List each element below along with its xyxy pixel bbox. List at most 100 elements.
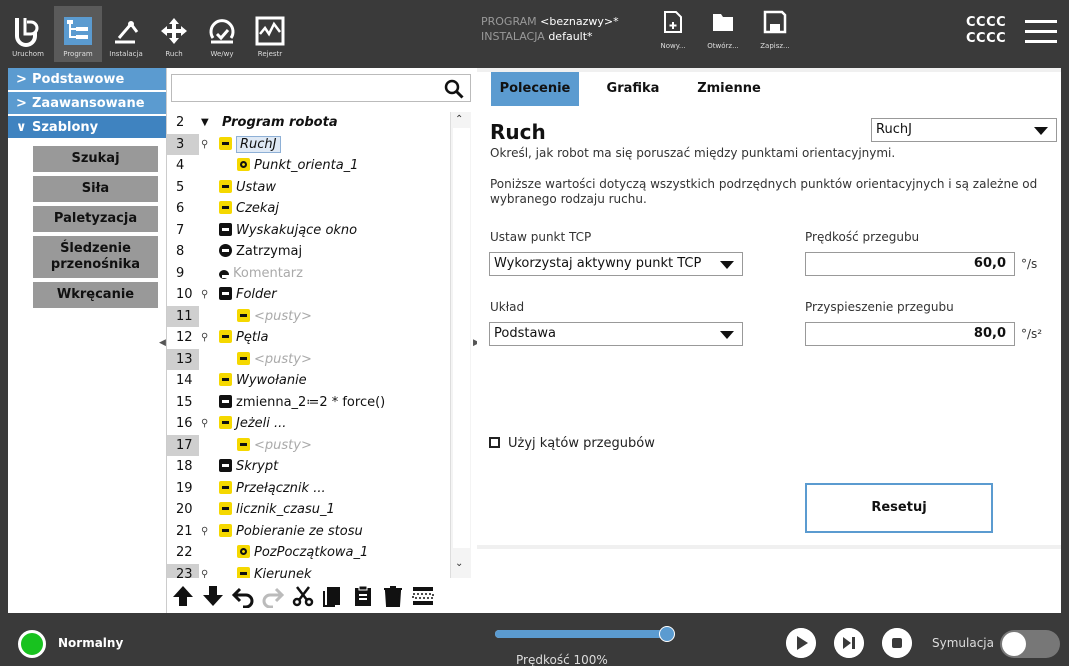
expand-icon[interactable]: ⚲ [201,521,208,542]
installation-name: default* [548,30,593,43]
category-advanced[interactable]: > Zaawansowane [8,92,166,116]
run-tab-button[interactable]: Uruchom [4,6,52,62]
suppress-icon[interactable] [411,584,435,608]
tree-row[interactable]: 23 ⚲ Kierunek [167,563,450,579]
tree-row[interactable]: 12 ⚲ Pętla [167,327,450,349]
category-basic[interactable]: > Podstawowe [8,68,166,92]
tree-row[interactable]: 3 ⚲ RuchJ [167,133,450,155]
new-program-button[interactable]: Nowy... [648,10,698,50]
template-force[interactable]: Siła [33,176,158,206]
checkbox-box[interactable] [489,437,500,448]
speed-slider-knob[interactable] [659,626,675,642]
stop-icon[interactable] [882,628,912,658]
tree-node: Punkt_orienta_1 [237,155,358,176]
line-number: 22 [176,545,193,560]
tree-row[interactable]: 8 Zatrzymaj [167,241,450,263]
top-bar: Uruchom Program Instalacja Ruch We/wy Re… [0,0,1069,64]
tab-command[interactable]: Polecenie [491,72,579,106]
tree-row[interactable]: 17 <pusty> [167,434,450,456]
tree-node-label: <pusty> [254,308,312,324]
tree-row[interactable]: 14 Wywołanie [167,370,450,392]
tree-node: Wywołanie [219,370,307,391]
template-conveyor-tracking[interactable]: Śledzenie przenośnika [33,236,158,282]
delete-icon[interactable] [381,584,405,608]
template-palletizing[interactable]: Paletyzacja [33,206,158,236]
tree-row[interactable]: 15 zmienna_2≔2 * force() [167,392,450,414]
line-number: 10 [176,287,193,302]
tree-row[interactable]: 10 ⚲ Folder [167,284,450,306]
joint-speed-input[interactable]: 60,0 [805,252,1015,276]
program-tree-panel: 2 ▼ Program robota 3 ⚲ RuchJ 4 Punkt_orienta_… [167,68,475,613]
expand-icon[interactable]: ⚲ [201,284,208,305]
use-joint-angles-checkbox[interactable]: Użyj kątów przegubów [489,436,655,451]
main-area: > Podstawowe > Zaawansowane ∨ Szablony Szuk… [8,68,1061,613]
tree-row[interactable]: 20 licznik_czasu_1 [167,499,450,521]
tree-row[interactable]: 16 ⚲ Jeżeli ... [167,413,450,435]
scroll-down-icon[interactable]: ⌄ [455,558,463,569]
tree-node: Czekaj [219,198,279,219]
robot-status-indicator[interactable] [18,630,46,658]
reset-button[interactable]: Resetuj [805,483,993,533]
chevron-down-icon [720,331,734,339]
tree-scrollbar[interactable]: ⌃ ⌄ [450,112,471,578]
expand-icon[interactable]: ⚲ [201,564,208,579]
redo-icon[interactable] [261,584,285,608]
tree-node: Ustaw [219,177,276,198]
program-tab-button[interactable]: Program [54,6,102,62]
tab-variables[interactable]: Zmienne [685,72,773,106]
comment-icon [219,269,229,279]
tree-row[interactable]: 11 <pusty> [167,305,450,327]
tree-row[interactable]: 13 <pusty> [167,348,450,370]
hamburger-menu-icon[interactable] [1025,20,1057,44]
scroll-up-icon[interactable]: ⌃ [455,114,463,125]
expand-icon[interactable]: ▼ [201,112,209,133]
copy-icon[interactable] [321,584,345,608]
io-tab-button[interactable]: We/wy [198,6,246,62]
open-program-button[interactable]: Otwórz... [698,10,748,50]
tree-node-label: Program robota [222,115,338,130]
tab-graphics[interactable]: Grafika [589,72,677,106]
move-down-icon[interactable] [201,584,225,608]
paste-icon[interactable] [351,584,375,608]
joint-accel-input[interactable]: 80,0 [805,322,1015,346]
tree-row[interactable]: 6 Czekaj [167,198,450,220]
tree-row[interactable]: 2 ▼ Program robota [167,112,450,134]
tree-row[interactable]: 4 Punkt_orienta_1 [167,155,450,177]
collapse-left-panel-icon[interactable]: ◀ [159,338,166,348]
frame-dropdown[interactable]: Podstawa [489,322,743,346]
speed-slider[interactable] [495,626,675,642]
move-up-icon[interactable] [171,584,195,608]
log-tab-button[interactable]: Rejestr [246,6,294,62]
expand-icon[interactable]: ⚲ [201,327,208,348]
template-search[interactable]: Szukaj [33,146,158,176]
tree-row[interactable]: 9 Komentarz [167,263,450,285]
step-icon[interactable] [834,628,864,658]
installation-tab-button[interactable]: Instalacja [102,6,150,62]
play-icon[interactable] [786,628,816,658]
tree-node: Zatrzymaj [219,241,302,262]
tree-node-label: Punkt_orienta_1 [254,158,359,173]
expand-icon[interactable]: ⚲ [201,134,208,155]
save-program-label: Zapisz... [760,42,790,50]
tcp-dropdown[interactable]: Wykorzystaj aktywny punkt TCP [489,252,743,276]
tree-row[interactable]: 7 Wyskakujące okno [167,220,450,242]
scrollbar-thumb[interactable] [453,128,470,548]
waypoint-icon [237,545,250,558]
tree-row[interactable]: 22 PozPoczątkowa_1 [167,542,450,564]
user-info[interactable]: CCCC CCCC [966,15,1006,47]
move-tab-button[interactable]: Ruch [150,6,198,62]
save-program-button[interactable]: Zapisz... [750,10,800,50]
undo-icon[interactable] [231,584,255,608]
expand-icon[interactable]: ⚲ [201,413,208,434]
move-type-dropdown[interactable]: RuchJ [871,118,1057,142]
category-templates[interactable]: ∨ Szablony [8,116,166,140]
tree-row[interactable]: 18 Skrypt [167,456,450,478]
tree-search-input[interactable] [171,74,471,102]
simulation-toggle[interactable] [1000,630,1060,658]
run-tab-label: Uruchom [12,50,44,58]
tree-row[interactable]: 19 Przełącznik ... [167,478,450,500]
template-screwdriving[interactable]: Wkręcanie [33,282,158,312]
tree-row[interactable]: 5 Ustaw [167,177,450,199]
tree-row[interactable]: 21 ⚲ Pobieranie ze stosu [167,521,450,543]
cut-icon[interactable] [291,584,315,608]
